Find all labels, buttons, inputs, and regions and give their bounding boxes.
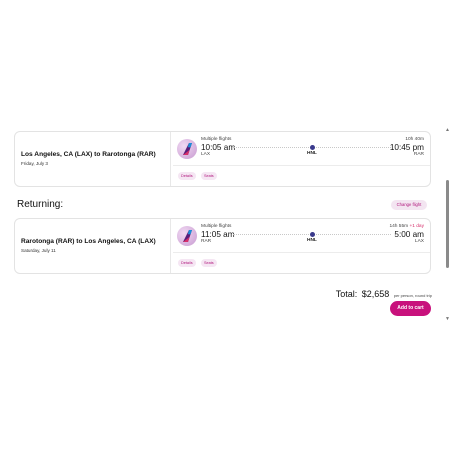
- airline-logo-icon: [177, 139, 197, 159]
- outbound-depart-time: 10:05 am: [201, 143, 236, 152]
- total-label: Total:: [335, 289, 358, 299]
- scroll-up-arrow-icon[interactable]: ▲: [445, 127, 450, 133]
- return-stop-dot: [310, 231, 315, 237]
- return-arrive-code: LAX: [414, 239, 424, 244]
- airline-logo-icon: [177, 226, 197, 246]
- return-duration: 14h 55m +1 day: [389, 224, 424, 229]
- return-date: Saturday, July 11: [21, 248, 56, 253]
- outbound-divider: [173, 165, 430, 166]
- scroll-thumb[interactable]: [446, 180, 449, 268]
- outbound-multiple-flights: Multiple flights: [201, 137, 232, 142]
- return-route: Rarotonga (RAR) to Los Angeles, CA (LAX): [21, 238, 156, 245]
- return-divider: [173, 252, 430, 253]
- outbound-route: Los Angeles, CA (LAX) to Rarotonga (RAR): [21, 151, 156, 158]
- outbound-date: Friday, July 3: [21, 161, 48, 166]
- return-depart-code: RAR: [201, 239, 212, 244]
- outbound-route-panel: Los Angeles, CA (LAX) to Rarotonga (RAR)…: [15, 132, 171, 186]
- return-depart-time: 11:05 am: [201, 230, 235, 239]
- add-to-cart-button[interactable]: Add to cart: [390, 301, 431, 316]
- outbound-seats-button[interactable]: Seats: [201, 172, 217, 180]
- return-flight-card: Rarotonga (RAR) to Los Angeles, CA (LAX)…: [14, 218, 431, 274]
- outbound-stop-dot: [310, 144, 315, 150]
- return-duration-text: 14h 55m: [389, 224, 409, 229]
- scrollbar[interactable]: ▲ ▼: [445, 127, 450, 322]
- change-flight-button[interactable]: Change flight: [391, 200, 427, 210]
- return-seats-button[interactable]: Seats: [201, 259, 217, 267]
- return-plus-day: +1 day: [409, 224, 424, 229]
- outbound-depart-code: LAX: [201, 152, 211, 157]
- return-route-panel: Rarotonga (RAR) to Los Angeles, CA (LAX)…: [15, 219, 171, 273]
- return-arrive-time: 5:00 am: [394, 230, 424, 239]
- outbound-stop-code: HNL: [307, 151, 317, 156]
- returning-heading: Returning:: [17, 199, 64, 210]
- total-amount: $2,658: [361, 289, 390, 299]
- return-multiple-flights: Multiple flights: [201, 224, 232, 229]
- return-details-button[interactable]: Details: [178, 259, 196, 267]
- total-per: per person, round trip: [393, 293, 432, 298]
- outbound-details-button[interactable]: Details: [178, 172, 196, 180]
- outbound-duration: 10h 40m: [405, 137, 424, 142]
- scroll-down-arrow-icon[interactable]: ▼: [445, 316, 450, 322]
- outbound-duration-text: 10h 40m: [405, 137, 424, 142]
- return-stop-code: HNL: [307, 238, 317, 243]
- outbound-arrive-time: 10:45 pm: [389, 143, 424, 152]
- outbound-flight-card: Los Angeles, CA (LAX) to Rarotonga (RAR)…: [14, 131, 431, 187]
- total-price: Total: $2,658 per person, round trip: [336, 284, 432, 302]
- outbound-arrive-code: RAR: [413, 152, 424, 157]
